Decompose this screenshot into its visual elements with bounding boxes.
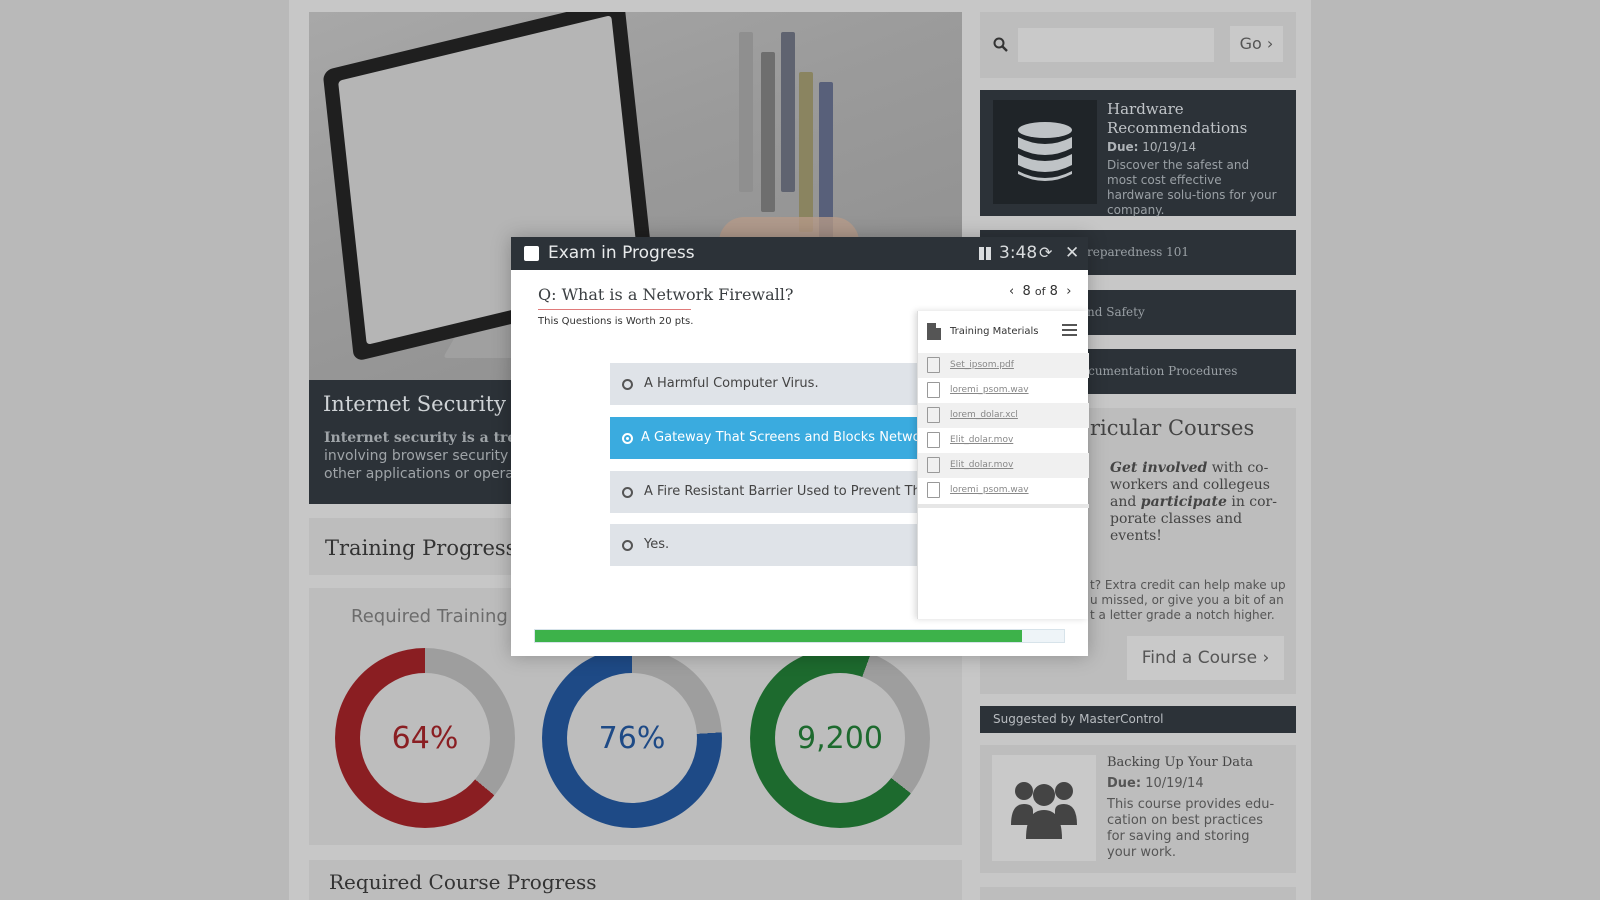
pdf-file-icon bbox=[927, 357, 940, 373]
audio-file-icon bbox=[927, 382, 940, 398]
material-item[interactable]: loremi_psom.wav bbox=[918, 378, 1089, 403]
radio-icon bbox=[622, 379, 633, 390]
question-pager: ‹ 8 of 8 › bbox=[1009, 284, 1072, 299]
material-item[interactable]: Set_ipsom.pdf bbox=[918, 353, 1089, 378]
required-training-donut: 64% bbox=[335, 648, 515, 828]
material-item[interactable]: lorem_dolar.xcl bbox=[918, 403, 1089, 428]
hardware-due: Due: 10/19/14 bbox=[1107, 140, 1197, 154]
material-item[interactable]: Elit_dolar.mov bbox=[918, 453, 1089, 478]
hardware-title: Hardware Recommendations bbox=[1107, 100, 1248, 137]
radio-selected-icon bbox=[622, 433, 633, 444]
course-strip-label: reparedness 101 bbox=[1087, 245, 1190, 259]
training-materials-panel: Training Materials Set_ipsom.pdf loremi_… bbox=[917, 311, 1089, 619]
exam-timer: 3:48 bbox=[999, 243, 1038, 263]
video-file-icon bbox=[927, 457, 940, 473]
question-title: Q: What is a Network Firewall? bbox=[538, 285, 794, 304]
suggested-bar: Suggested by MasterControl bbox=[980, 706, 1296, 733]
next-question-icon[interactable]: › bbox=[1066, 284, 1071, 299]
hardware-description: Discover the safest and most cost effect… bbox=[1107, 158, 1277, 217]
exam-progress-bar bbox=[534, 629, 1065, 643]
search-icon bbox=[993, 37, 1008, 52]
question-underline bbox=[538, 309, 691, 310]
donut-value: 76% bbox=[567, 673, 697, 803]
audio-file-icon bbox=[927, 482, 940, 498]
menu-icon[interactable] bbox=[1062, 324, 1077, 336]
video-file-icon bbox=[927, 432, 940, 448]
course-strip-label: ecumentation Procedures bbox=[1081, 364, 1238, 378]
edit-icon bbox=[524, 246, 539, 261]
suggested-description: This course provides edu-cation on best … bbox=[1107, 797, 1275, 860]
suggested-title: Backing Up Your Data bbox=[1107, 755, 1254, 770]
excel-file-icon bbox=[927, 407, 940, 423]
refresh-icon[interactable]: ⟳ bbox=[1039, 243, 1052, 263]
donut-label-required: Required Training bbox=[351, 606, 508, 627]
materials-separator bbox=[918, 504, 1089, 508]
search-bar: Go › bbox=[980, 12, 1296, 78]
exam-progress-fill bbox=[535, 630, 1022, 642]
course-strip-label: nd Safety bbox=[1087, 305, 1145, 319]
close-icon[interactable]: ✕ bbox=[1065, 242, 1079, 264]
search-input[interactable] bbox=[1018, 28, 1214, 62]
find-course-button[interactable]: Find a Course › bbox=[1127, 636, 1284, 680]
go-button[interactable]: Go › bbox=[1230, 26, 1283, 62]
progress-donut-2: 76% bbox=[542, 648, 722, 828]
required-course-progress-panel: Required Course Progress bbox=[309, 860, 962, 900]
next-card-edge bbox=[980, 887, 1296, 900]
modal-header: Exam in Progress 3:48 ⟳ ✕ bbox=[511, 237, 1088, 270]
radio-icon bbox=[622, 540, 633, 551]
pause-icon[interactable] bbox=[979, 247, 992, 260]
materials-header: Training Materials bbox=[918, 311, 1089, 353]
database-icon bbox=[993, 100, 1097, 204]
suggested-course-card[interactable]: Backing Up Your Data Due: 10/19/14 This … bbox=[980, 745, 1296, 873]
question-worth: This Questions is Worth 20 pts. bbox=[538, 316, 694, 327]
modal-title: Exam in Progress bbox=[548, 243, 695, 263]
training-progress-title: Training Progress bbox=[325, 536, 517, 560]
answer-option[interactable]: A Fire Resistant Barrier Used to Prevent… bbox=[610, 471, 940, 513]
radio-icon bbox=[622, 487, 633, 498]
required-course-progress-title: Required Course Progress bbox=[329, 870, 597, 894]
progress-donut-3: 9,200 bbox=[750, 648, 930, 828]
answer-option[interactable]: A Harmful Computer Virus. bbox=[610, 363, 940, 405]
material-item[interactable]: loremi_psom.wav bbox=[918, 478, 1089, 503]
extracurricular-text: Get involved with co-workers and college… bbox=[1110, 460, 1277, 544]
suggested-due: Due: 10/19/14 bbox=[1107, 776, 1204, 791]
answer-option-selected[interactable]: A Gateway That Screens and Blocks Networ… bbox=[610, 417, 940, 459]
answer-option[interactable]: Yes. bbox=[610, 524, 940, 566]
materials-title: Training Materials bbox=[950, 326, 1039, 337]
users-group-icon bbox=[992, 755, 1096, 861]
material-item[interactable]: Elit_dolar.mov bbox=[918, 428, 1089, 453]
donut-value: 9,200 bbox=[775, 673, 905, 803]
hardware-course-card[interactable]: Hardware Recommendations Due: 10/19/14 D… bbox=[980, 90, 1296, 217]
prev-question-icon[interactable]: ‹ bbox=[1009, 284, 1014, 299]
extracurricular-small-text: t? Extra credit can help make up u misse… bbox=[1090, 578, 1286, 622]
donut-value: 64% bbox=[360, 673, 490, 803]
extracurricular-title: ricular Courses bbox=[1090, 416, 1255, 440]
document-icon bbox=[927, 323, 941, 340]
